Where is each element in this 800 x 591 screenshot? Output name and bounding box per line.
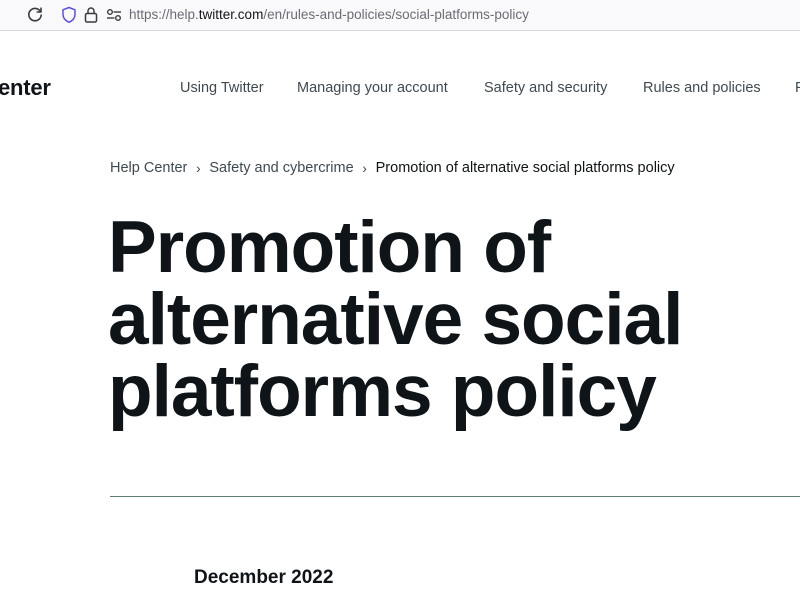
reload-icon[interactable] <box>26 6 44 24</box>
chevron-right-icon: › <box>362 160 367 176</box>
breadcrumb-safety-cybercrime[interactable]: Safety and cybercrime <box>209 160 353 176</box>
nav-rules-policies[interactable]: Rules and policies <box>643 80 761 96</box>
url-scheme: https://help. <box>129 7 199 22</box>
nav-managing-account[interactable]: Managing your account <box>297 80 448 96</box>
chevron-right-icon: › <box>196 160 201 176</box>
url-field[interactable]: https://help.twitter.com/en/rules-and-po… <box>129 7 529 23</box>
breadcrumb-current: Promotion of alternative social platform… <box>375 160 675 176</box>
divider <box>110 496 800 497</box>
nav-safety-security[interactable]: Safety and security <box>484 80 607 96</box>
page-title: Promotion of alternative social platform… <box>108 207 683 432</box>
breadcrumb-help-center[interactable]: Help Center <box>110 160 187 176</box>
page-date: December 2022 <box>194 567 334 588</box>
shield-icon[interactable] <box>61 6 77 24</box>
browser-url-bar: https://help.twitter.com/en/rules-and-po… <box>0 0 800 31</box>
nav-using-twitter[interactable]: Using Twitter <box>180 80 264 96</box>
permissions-icon[interactable] <box>105 7 123 23</box>
url-path: /en/rules-and-policies/social-platforms-… <box>263 7 529 22</box>
nav-item-truncated[interactable]: F <box>795 80 800 96</box>
url-host: twitter.com <box>198 7 264 22</box>
main-nav: Using Twitter Managing your account Safe… <box>0 80 800 100</box>
breadcrumb: Help Center › Safety and cybercrime › Pr… <box>110 160 675 176</box>
lock-icon[interactable] <box>84 6 98 24</box>
